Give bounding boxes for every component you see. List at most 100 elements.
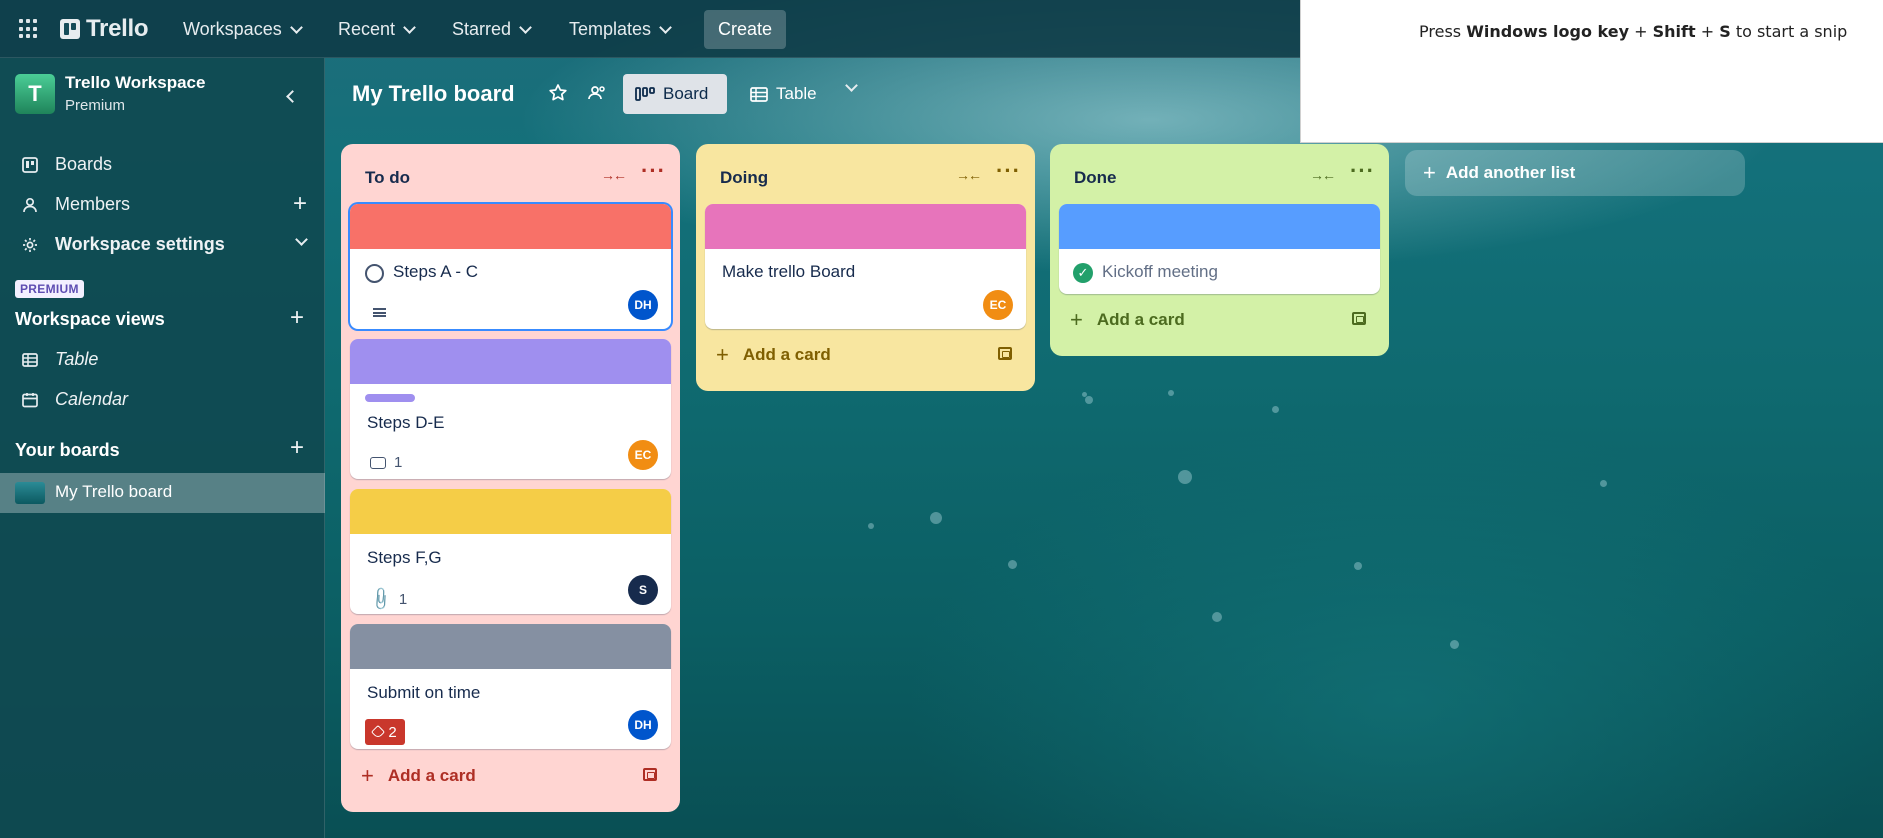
list-actions-icon[interactable]: ··· <box>996 158 1021 184</box>
member-avatar[interactable]: EC <box>983 290 1013 320</box>
chevron-left-icon <box>285 89 299 103</box>
sidebar-item-workspace-settings[interactable]: Workspace settings <box>0 228 325 262</box>
sidebar-item-label: Workspace settings <box>55 234 225 254</box>
add-board-plus-icon[interactable]: + <box>290 436 304 460</box>
card[interactable]: Submit on time 2 DH <box>350 624 671 749</box>
nav-recent-label: Recent <box>338 19 396 39</box>
workspace-plan: Premium <box>65 97 126 114</box>
member-avatar[interactable]: DH <box>628 290 658 320</box>
snip-text-suffix: to start a snip <box>1730 22 1848 41</box>
snip-plus: + <box>1629 22 1653 41</box>
board-thumbnail <box>15 482 45 504</box>
chevron-down-icon[interactable] <box>295 233 308 246</box>
nav-templates-label: Templates <box>569 19 652 39</box>
nav-starred-menu[interactable]: Starred <box>452 19 532 40</box>
list-actions-icon[interactable]: ··· <box>641 158 666 184</box>
sidebar-view-calendar[interactable]: Calendar <box>0 383 325 417</box>
list-title[interactable]: To do <box>365 168 410 188</box>
sidebar-view-table[interactable]: Table <box>0 343 325 377</box>
sidebar-item-boards[interactable]: Boards <box>0 148 325 182</box>
card[interactable]: ✓ Kickoff meeting <box>1059 204 1380 294</box>
nav-recent-menu[interactable]: Recent <box>338 19 416 40</box>
list-doing[interactable]: Doing →← ··· Make trello Board EC + Add a card <box>696 144 1035 391</box>
board-view-button[interactable]: Board <box>623 74 727 114</box>
nav-workspaces-menu[interactable]: Workspaces <box>183 19 303 40</box>
list-title[interactable]: Done <box>1074 168 1117 188</box>
workspace-sidebar: T Trello Workspace Premium Boards Member… <box>0 58 325 838</box>
list-done[interactable]: Done →← ··· ✓ Kickoff meeting + Add a card <box>1050 144 1389 356</box>
card-label-purple[interactable] <box>365 394 415 402</box>
card-title: Steps F,G <box>367 548 442 567</box>
snip-key-shift: Shift <box>1652 22 1696 41</box>
calendar-icon <box>22 393 38 408</box>
chevron-down-icon <box>403 20 416 34</box>
snip-key-windows: Windows logo key <box>1466 22 1630 41</box>
due-count: 2 <box>388 723 397 741</box>
create-from-template-icon[interactable] <box>643 768 657 781</box>
plus-icon: + <box>361 763 374 788</box>
comment-icon <box>370 456 386 469</box>
card-cover <box>350 204 671 249</box>
mark-complete-circle-icon[interactable] <box>365 264 384 283</box>
card[interactable]: Make trello Board EC <box>705 204 1026 329</box>
your-boards-heading: Your boards <box>15 440 120 460</box>
add-member-plus-icon[interactable]: + <box>293 192 307 216</box>
collapse-sidebar-button[interactable] <box>276 82 304 110</box>
add-card-button[interactable]: + Add a card <box>1070 307 1185 333</box>
add-another-list-button[interactable]: + Add another list <box>1405 150 1745 196</box>
snip-tooltip: Press Windows logo key + Shift + S to st… <box>1300 0 1883 143</box>
board-view-icon <box>635 87 655 101</box>
sidebar-item-label: Boards <box>55 154 113 174</box>
sidebar-board-my-trello-board[interactable]: My Trello board <box>0 473 325 513</box>
star-icon[interactable] <box>548 83 568 103</box>
app-switcher-icon[interactable] <box>19 19 39 39</box>
member-icon <box>23 197 37 213</box>
add-card-label: Add a card <box>387 766 476 785</box>
nav-workspaces-label: Workspaces <box>183 19 282 39</box>
comments-badge: 1 <box>370 454 402 471</box>
card[interactable]: Steps D-E 1 EC <box>350 339 671 479</box>
create-button[interactable]: Create <box>704 10 786 49</box>
plus-icon: + <box>1423 160 1436 185</box>
list-title[interactable]: Doing <box>720 168 768 188</box>
card[interactable]: Steps A - C DH <box>350 204 671 329</box>
nav-templates-menu[interactable]: Templates <box>569 19 672 40</box>
card-title: Steps A - C <box>393 262 479 281</box>
sidebar-item-members[interactable]: Members + <box>0 188 325 222</box>
workspace-avatar[interactable]: T <box>15 74 55 114</box>
collapse-list-icon[interactable]: →← <box>601 167 627 183</box>
card-title: Submit on time <box>367 683 481 702</box>
board-view-label: Board <box>663 84 709 103</box>
plus-icon: + <box>716 342 729 367</box>
add-card-button[interactable]: + Add a card <box>716 342 831 368</box>
trello-logo-icon <box>60 19 80 39</box>
add-list-label: Add another list <box>1445 163 1576 182</box>
board-title[interactable]: My Trello board <box>352 81 515 107</box>
sidebar-item-label: Calendar <box>55 389 129 409</box>
create-from-template-icon[interactable] <box>998 347 1012 360</box>
complete-check-icon[interactable]: ✓ <box>1073 263 1093 283</box>
premium-badge: PREMIUM <box>15 280 84 298</box>
workspace-name[interactable]: Trello Workspace <box>65 73 205 93</box>
create-from-template-icon[interactable] <box>1352 312 1366 325</box>
card[interactable]: Steps F,G 📎 1 S <box>350 489 671 614</box>
boards-icon <box>22 157 38 173</box>
visibility-workspace-icon[interactable] <box>587 83 607 103</box>
collapse-list-icon[interactable]: →← <box>1310 167 1336 183</box>
add-card-button[interactable]: + Add a card <box>361 763 476 789</box>
trello-logo[interactable]: Trello <box>60 15 149 43</box>
member-avatar[interactable]: EC <box>628 440 658 470</box>
add-view-plus-icon[interactable]: + <box>290 306 304 330</box>
table-icon <box>22 353 38 367</box>
card-cover <box>350 339 671 384</box>
member-avatar[interactable]: DH <box>628 710 658 740</box>
collapse-list-icon[interactable]: →← <box>956 167 982 183</box>
snip-key-s: S <box>1719 22 1731 41</box>
member-avatar[interactable]: S <box>628 575 658 605</box>
trello-logo-text: Trello <box>86 15 149 42</box>
table-view-button[interactable]: Table <box>738 74 829 114</box>
list-to-do[interactable]: To do →← ··· Steps A - C DH Steps D-E 1 EC Steps… <box>341 144 680 812</box>
checklist-due-badge[interactable]: 2 <box>365 719 405 745</box>
list-actions-icon[interactable]: ··· <box>1350 158 1375 184</box>
attachments-badge: 📎 1 <box>368 586 408 612</box>
